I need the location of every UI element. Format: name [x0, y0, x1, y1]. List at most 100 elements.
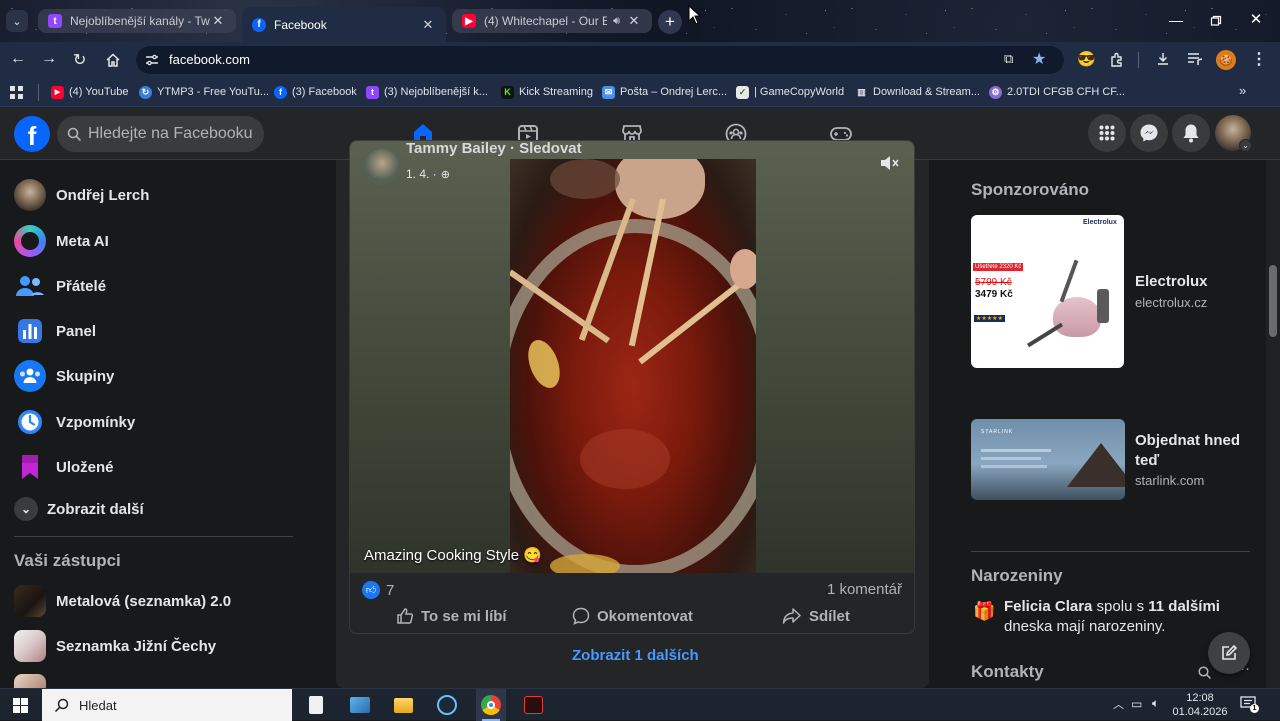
bookmark-posta[interactable]: ✉ Pošta – Ondrej Lerc...	[602, 83, 727, 101]
taskbar-app-file-explorer[interactable]	[394, 698, 413, 713]
url-text[interactable]: facebook.com	[169, 52, 250, 67]
show-more-posts-link[interactable]: Zobrazit 1 dalších	[572, 647, 699, 664]
sidebar-item-saved[interactable]: Uložené	[14, 449, 114, 485]
close-tab-icon[interactable]: ✕	[626, 13, 642, 29]
close-window-button[interactable]: ✕	[1246, 10, 1266, 32]
gift-icon: 🎁	[973, 601, 996, 621]
menu-button[interactable]	[1088, 114, 1126, 152]
ad-starlink[interactable]: STARLINK Objednat hned teď starlink.com	[971, 419, 1250, 500]
bookmark-twitch[interactable]: t (3) Nejoblíbenější k...	[366, 83, 488, 101]
friends-icon	[14, 270, 46, 302]
extensions-puzzle-icon[interactable]	[1109, 52, 1125, 68]
site-settings-icon[interactable]	[145, 54, 159, 66]
restore-button[interactable]	[1206, 13, 1226, 31]
new-tab-button[interactable]: +	[658, 10, 682, 34]
taskbar-app-adobe[interactable]	[524, 696, 543, 714]
bookmark-label: | GameCopyWorld	[754, 86, 845, 98]
taskbar-search[interactable]: Hledat	[42, 689, 292, 721]
bookmark-gamecopyworld[interactable]: ✓ | GameCopyWorld	[736, 83, 844, 101]
taskbar-app-control-panel[interactable]	[350, 697, 370, 713]
bookmark-kick[interactable]: K Kick Streaming	[501, 83, 593, 101]
sidebar-item-memories[interactable]: Vzpomínky	[14, 404, 135, 440]
profile-avatar-icon[interactable]: 🍪	[1216, 50, 1236, 70]
browser-toolbar: ← → ↻ facebook.com ⧉ ★ 😎 🍪 ⋮	[0, 42, 1280, 78]
taskbar-app-notepad[interactable]	[309, 696, 323, 714]
network-icon[interactable]: ▭	[1131, 697, 1142, 711]
forward-button[interactable]: →	[41, 50, 57, 68]
new-message-button[interactable]	[1208, 632, 1250, 674]
bookmark-download-stream[interactable]: ▥ Download & Stream...	[855, 83, 980, 101]
comments-count[interactable]: 1 komentář	[827, 581, 902, 598]
windows-start-icon[interactable]	[13, 698, 28, 713]
notification-center-button[interactable]: 1	[1240, 696, 1259, 713]
back-button[interactable]: ←	[10, 50, 26, 68]
reactions-summary[interactable]: 👍︎ 7	[362, 581, 394, 599]
bookmark-star-icon[interactable]: ★	[1032, 49, 1046, 69]
speaker-icon[interactable]: 🔊︎	[613, 15, 620, 28]
facebook-search-bar[interactable]: Hledejte na Facebooku	[57, 116, 264, 152]
notifications-button[interactable]	[1172, 114, 1210, 152]
browser-menu-icon[interactable]: ⋮	[1251, 49, 1267, 69]
sidebar-item-meta-ai[interactable]: Meta AI	[14, 223, 109, 259]
bookmarks-bar: ▶ (4) YouTube ↻ YTMP3 - Free YouTu... f (3)…	[0, 78, 1280, 107]
birthday-name[interactable]: Felicia Clara	[1004, 598, 1092, 615]
comment-button[interactable]: Okomentovat	[572, 607, 693, 625]
discount-badge: Ušetřete 2320 Kč	[973, 263, 1024, 271]
taskbar-app-chrome-active[interactable]	[476, 689, 506, 721]
bookmark-youtube[interactable]: ▶ (4) YouTube	[51, 83, 129, 101]
post-video[interactable]: Tammy Bailey · Sledovat 1. 4. · ⊕ Amazin…	[350, 141, 914, 573]
bookmark-tdi[interactable]: ⚙ 2.0TDI CFGB CFH CF...	[989, 83, 1125, 101]
tab-youtube[interactable]: ▶ (4) Whitechapel - Our Endl 🔊︎ ✕	[452, 9, 652, 33]
tab-facebook[interactable]: f Facebook ✕	[242, 7, 446, 42]
reload-button[interactable]: ↻	[73, 50, 86, 70]
shortcut-item[interactable]: Seznamka Jižní Čechy	[14, 628, 216, 664]
birthday-others[interactable]: 11 dalšími	[1148, 598, 1220, 615]
sidebar-item-friends[interactable]: Přátelé	[14, 268, 106, 304]
bell-icon	[1183, 124, 1199, 143]
compose-icon	[1222, 644, 1238, 660]
tab-twitch[interactable]: t Nejoblíbenější kanály - Twitch ✕	[38, 9, 236, 33]
facebook-icon: f	[252, 17, 266, 32]
close-tab-icon[interactable]: ✕	[420, 17, 436, 33]
home-icon[interactable]	[105, 52, 121, 68]
page-scrollbar[interactable]	[1266, 160, 1280, 688]
bookmark-label: (3) Nejoblíbenější k...	[384, 86, 488, 98]
volume-icon[interactable]: 🔈︎	[1152, 696, 1159, 711]
post-author[interactable]: Tammy Bailey · Sledovat	[406, 141, 582, 157]
extension-sunglasses-icon[interactable]: 😎	[1077, 50, 1096, 68]
reactions-count: 7	[386, 581, 395, 599]
download-icon[interactable]	[1155, 51, 1171, 67]
install-app-icon[interactable]: ⧉	[1004, 51, 1013, 67]
ad-electrolux[interactable]: Electrolux Ušetřete 2320 Kč 5799 Kč 3479…	[971, 215, 1241, 368]
sidebar-item-panel[interactable]: Panel	[14, 313, 96, 349]
bookmark-facebook[interactable]: f (3) Facebook	[274, 83, 357, 101]
sidebar-item-groups[interactable]: Skupiny	[14, 358, 114, 394]
ad-image-electrolux: Electrolux Ušetřete 2320 Kč 5799 Kč 3479…	[971, 215, 1124, 368]
sidebar-item-profile[interactable]: Ondřej Lerch	[14, 177, 149, 213]
tab-search-button[interactable]: ⌄	[6, 10, 28, 32]
mouse-cursor-icon	[688, 5, 702, 25]
more-bookmarks-icon[interactable]: »	[1239, 83, 1246, 98]
author-avatar[interactable]	[364, 149, 400, 185]
sidebar-show-more[interactable]: ⌄ Zobrazit další	[14, 491, 144, 527]
search-contacts-icon[interactable]	[1198, 666, 1212, 680]
clock[interactable]: 12:08 01.04.2026	[1172, 691, 1228, 719]
share-button[interactable]: Sdílet	[782, 607, 850, 625]
media-controls-icon[interactable]	[1187, 52, 1203, 66]
account-avatar[interactable]: ⌄	[1215, 115, 1252, 152]
apps-grid-icon[interactable]	[10, 86, 23, 99]
facebook-logo[interactable]: f	[14, 116, 50, 152]
close-tab-icon[interactable]: ✕	[210, 13, 226, 29]
browser-tab-strip: ⌄ t Nejoblíbenější kanály - Twitch ✕ f F…	[0, 0, 1280, 42]
minimize-button[interactable]: —	[1164, 12, 1188, 32]
messenger-button[interactable]	[1130, 114, 1168, 152]
tray-chevron-up-icon[interactable]: ︿	[1113, 696, 1124, 712]
bookmark-ytmp3[interactable]: ↻ YTMP3 - Free YouTu...	[139, 83, 269, 101]
shortcut-item[interactable]: Metalová (seznamka) 2.0	[14, 583, 231, 619]
ad-name: Electrolux	[1135, 273, 1208, 290]
scrollbar-thumb[interactable]	[1269, 265, 1277, 337]
taskbar-app-steam[interactable]	[437, 695, 457, 715]
address-bar[interactable]: facebook.com ⧉ ★	[136, 46, 1064, 74]
mute-icon[interactable]	[880, 155, 900, 171]
like-button[interactable]: To se mi líbí	[396, 607, 507, 625]
